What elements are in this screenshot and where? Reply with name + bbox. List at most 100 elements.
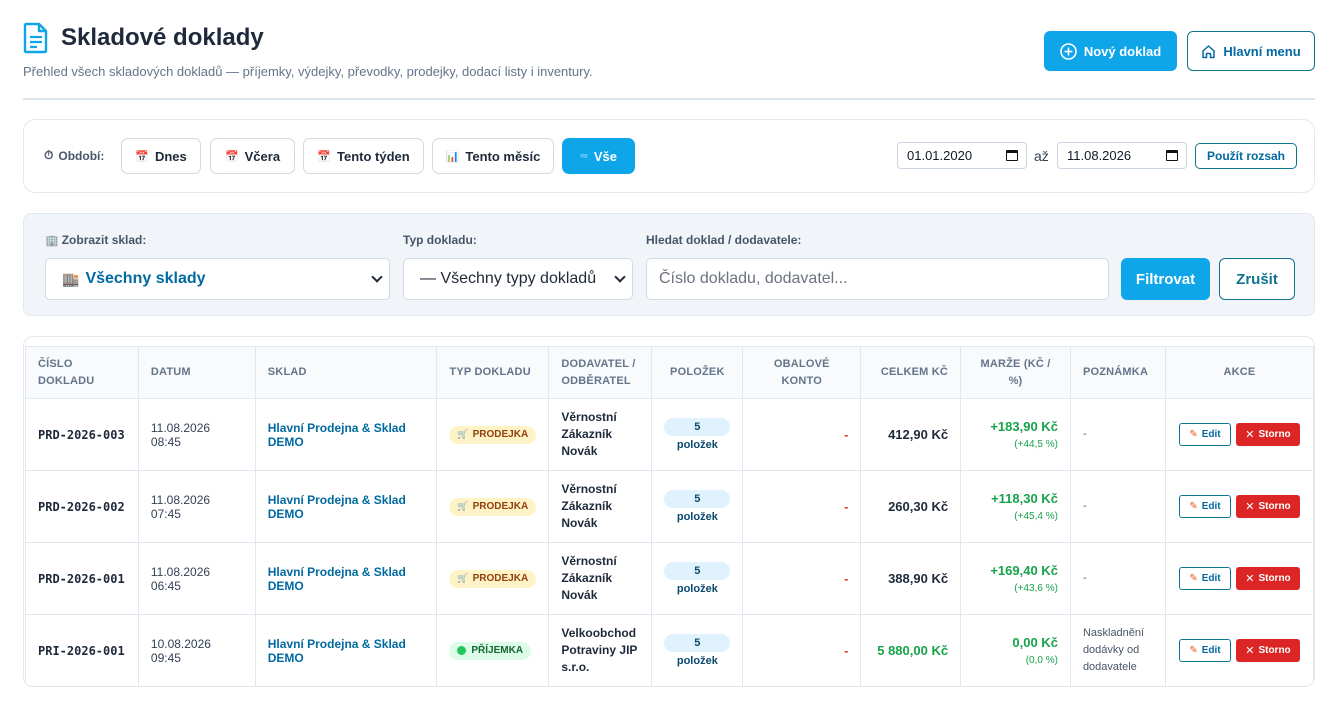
doc-type-badge: PŘÍJEMKA bbox=[449, 641, 532, 660]
items-count-badge[interactable]: 5 položek bbox=[664, 634, 731, 667]
pencil-icon: ✎ bbox=[1189, 429, 1198, 440]
col-warehouse[interactable]: Sklad bbox=[254, 346, 438, 399]
cancel-filter-button[interactable]: Zrušit bbox=[1219, 258, 1295, 300]
new-document-label: Nový doklad bbox=[1083, 43, 1162, 59]
col-note[interactable]: Poznámka bbox=[1069, 346, 1166, 399]
items-cell: 5 položek bbox=[651, 470, 744, 543]
doc-number[interactable]: PRD-2026-002 bbox=[25, 470, 139, 543]
close-icon: ✕ bbox=[1245, 573, 1255, 585]
col-partner[interactable]: Dodavatel / odběratel bbox=[548, 346, 653, 399]
col-actions: Akce bbox=[1164, 346, 1314, 399]
home-icon bbox=[1202, 44, 1216, 58]
storno-button[interactable]: ✕ Storno bbox=[1235, 495, 1300, 518]
doc-type-badge-label: PRODEJKA bbox=[472, 573, 529, 584]
margin-cell: 0,00 Kč (0,0 %) bbox=[960, 614, 1071, 686]
warehouse-link[interactable]: Hlavní Prodejna & Sklad DEMO bbox=[254, 542, 438, 615]
margin-cell: +183,90 Kč (+44,5 %) bbox=[960, 398, 1071, 471]
warehouse-filter-label: 🏢 Zobrazit sklad: bbox=[45, 233, 146, 247]
period-this-month-label: Tento měsíc bbox=[465, 148, 541, 164]
doc-type-cell: 🛒 PRODEJKA bbox=[436, 398, 550, 471]
main-menu-button[interactable]: Hlavní menu bbox=[1187, 31, 1315, 71]
doc-number[interactable]: PRI-2026-001 bbox=[25, 614, 139, 686]
document-icon bbox=[23, 22, 48, 54]
doc-number[interactable]: PRD-2026-003 bbox=[25, 398, 139, 471]
col-doc-type[interactable]: Typ dokladu bbox=[436, 346, 550, 399]
new-document-button[interactable]: Nový doklad bbox=[1044, 31, 1177, 71]
warehouse-link[interactable]: Hlavní Prodejna & Sklad DEMO bbox=[254, 614, 438, 686]
date-from-value: 01.01.2020 bbox=[907, 148, 973, 163]
col-doc-number[interactable]: Číslo dokladu bbox=[25, 346, 139, 399]
search-input[interactable]: Číslo dokladu, dodavatel... bbox=[646, 258, 1109, 300]
col-packaging[interactable]: Obalové konto bbox=[742, 346, 862, 399]
close-icon: ✕ bbox=[1245, 645, 1255, 657]
table-row[interactable]: PRD-2026-002 11.08.2026 07:45 Hlavní Pro… bbox=[25, 470, 1314, 543]
doc-number[interactable]: PRD-2026-001 bbox=[25, 542, 139, 615]
page-title: Skladové doklady bbox=[61, 24, 264, 51]
table-row[interactable]: PRI-2026-001 10.08.2026 09:45 Hlavní Pro… bbox=[25, 614, 1314, 686]
doc-date: 10.08.2026 09:45 bbox=[137, 614, 256, 686]
warehouse-link[interactable]: Hlavní Prodejna & Sklad DEMO bbox=[254, 470, 438, 543]
storno-button[interactable]: ✕ Storno bbox=[1235, 639, 1300, 662]
warehouse-select-value: Všechny sklady bbox=[85, 270, 206, 287]
page-subtitle: Přehled všech skladových dokladů — příje… bbox=[23, 64, 593, 79]
items-count-badge[interactable]: 5 položek bbox=[664, 418, 731, 451]
items-count-badge[interactable]: 5 položek bbox=[664, 490, 731, 523]
doc-type-select[interactable]: — Všechny typy dokladů — bbox=[403, 258, 633, 300]
date-to-input[interactable]: 11.08.2026 bbox=[1057, 142, 1187, 169]
cart-icon: 🛒 bbox=[457, 501, 469, 511]
row-actions: ✎ Edit ✕ Storno bbox=[1178, 567, 1301, 590]
calendar-picker-icon[interactable] bbox=[1006, 150, 1018, 161]
row-actions: ✎ Edit ✕ Storno bbox=[1178, 423, 1301, 446]
apply-range-button[interactable]: Použít rozsah bbox=[1195, 143, 1297, 169]
table-row[interactable]: PRD-2026-003 11.08.2026 08:45 Hlavní Pro… bbox=[25, 398, 1314, 471]
actions-cell: ✎ Edit ✕ Storno bbox=[1164, 614, 1314, 686]
margin-cell: +169,40 Kč (+43,6 %) bbox=[960, 542, 1071, 615]
partner-name: Věrnostní Zákazník Novák bbox=[548, 398, 653, 471]
calendar-picker-icon[interactable] bbox=[1166, 150, 1178, 161]
items-cell: 5 položek bbox=[651, 398, 744, 471]
note-value: - bbox=[1069, 542, 1166, 615]
margin-value: +118,30 Kč bbox=[991, 491, 1058, 506]
packaging-value: - bbox=[844, 571, 849, 586]
warehouse-select[interactable]: 🏬 Všechny sklady bbox=[45, 258, 390, 300]
col-total[interactable]: Celkem Kč bbox=[860, 346, 962, 399]
storno-button[interactable]: ✕ Storno bbox=[1235, 567, 1300, 590]
period-yesterday-label: Včera bbox=[244, 148, 281, 164]
doc-type-badge-label: PRODEJKA bbox=[472, 501, 529, 512]
col-date[interactable]: Datum bbox=[137, 346, 256, 399]
period-this-week-button[interactable]: 📅 Tento týden bbox=[303, 138, 424, 174]
calendar-icon: 📅 bbox=[317, 150, 331, 163]
warehouse-link[interactable]: Hlavní Prodejna & Sklad DEMO bbox=[254, 398, 438, 471]
doc-type-badge: 🛒 PRODEJKA bbox=[449, 569, 537, 588]
edit-button[interactable]: ✎ Edit bbox=[1178, 567, 1231, 590]
edit-button[interactable]: ✎ Edit bbox=[1178, 495, 1231, 518]
doc-type-filter-label: Typ dokladu: bbox=[403, 233, 477, 247]
margin-percent: (+44,5 %) bbox=[1014, 439, 1058, 450]
period-today-button[interactable]: 📅 Dnes bbox=[121, 138, 201, 174]
packaging-cell: - bbox=[742, 542, 862, 615]
period-all-button[interactable]: ∞ Vše bbox=[562, 138, 635, 174]
partner-name: Věrnostní Zákazník Novák bbox=[548, 542, 653, 615]
filter-button[interactable]: Filtrovat bbox=[1121, 258, 1210, 300]
pencil-icon: ✎ bbox=[1189, 501, 1198, 512]
pencil-icon: ✎ bbox=[1189, 645, 1198, 656]
edit-button[interactable]: ✎ Edit bbox=[1178, 639, 1231, 662]
packaging-cell: - bbox=[742, 614, 862, 686]
period-yesterday-button[interactable]: 📅 Včera bbox=[210, 138, 295, 174]
storno-button[interactable]: ✕ Storno bbox=[1235, 423, 1300, 446]
edit-button-label: Edit bbox=[1201, 573, 1221, 584]
doc-type-select-value: — Všechny typy dokladů — bbox=[420, 270, 600, 287]
items-count-badge[interactable]: 5 položek bbox=[664, 562, 731, 595]
edit-button[interactable]: ✎ Edit bbox=[1178, 423, 1231, 446]
date-from-input[interactable]: 01.01.2020 bbox=[897, 142, 1027, 169]
chart-icon: 📊 bbox=[445, 150, 460, 163]
table-row[interactable]: PRD-2026-001 11.08.2026 06:45 Hlavní Pro… bbox=[25, 542, 1314, 615]
period-this-month-button[interactable]: 📊 Tento měsíc bbox=[432, 138, 554, 174]
period-label-text: Období: bbox=[58, 148, 105, 163]
col-margin[interactable]: Marže (Kč / %) bbox=[960, 346, 1071, 399]
col-items[interactable]: Položek bbox=[651, 346, 744, 399]
search-label: Hledat doklad / dodavatele: bbox=[646, 233, 802, 247]
edit-button-label: Edit bbox=[1201, 429, 1221, 440]
edit-button-label: Edit bbox=[1201, 501, 1221, 512]
doc-type-cell: PŘÍJEMKA bbox=[436, 614, 550, 686]
